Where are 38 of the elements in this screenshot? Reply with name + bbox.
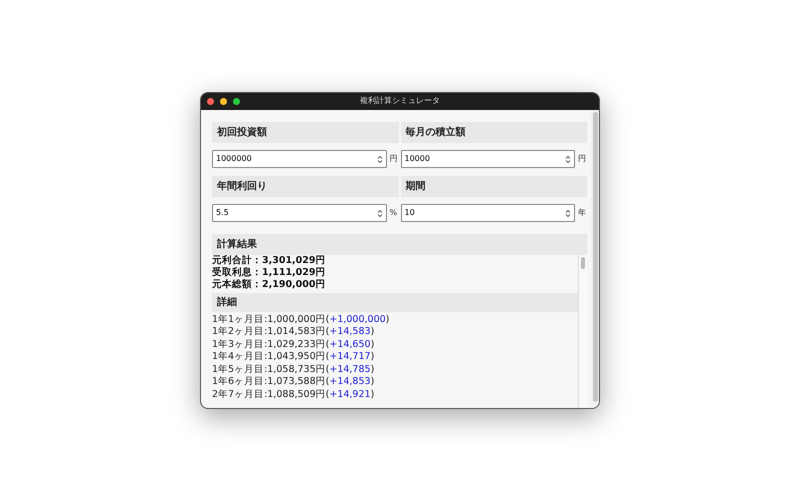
- unit-label: 円: [578, 153, 587, 165]
- field-label: 年間利回り: [212, 176, 398, 196]
- detail-line: 2年7ヶ月目:1,088,509円(+14,921): [212, 388, 376, 401]
- stepper-icon[interactable]: [565, 154, 571, 164]
- field-value: 5.5: [216, 207, 230, 219]
- field-value: 10000: [404, 153, 431, 165]
- detail-line: 1年4ヶ月目:1,043,950円(+14,717): [212, 351, 376, 364]
- minimize-icon[interactable]: [220, 98, 227, 104]
- number-field[interactable]: 5.5: [212, 204, 386, 222]
- detail-line: 1年6ヶ月目:1,073,588円(+14,853): [212, 376, 376, 388]
- window-title: 複利計算シミュレータ: [360, 95, 440, 107]
- zoom-icon[interactable]: [233, 98, 240, 104]
- number-field[interactable]: 1000000: [212, 150, 386, 168]
- summary-line: 受取利息：1,111,029円: [212, 266, 326, 278]
- unit-label: 円: [390, 153, 398, 165]
- number-field[interactable]: 10: [400, 204, 575, 222]
- field-value: 10: [404, 207, 416, 219]
- unit-label: 年: [578, 207, 587, 219]
- detail-line: 1年2ヶ月目:1,014,583円(+14,583): [212, 326, 376, 338]
- unit-label: %: [390, 207, 398, 219]
- field-label: 初回投資額: [212, 122, 398, 142]
- field-label: 期間: [400, 176, 587, 196]
- detail-line: 1年1ヶ月目:1,000,000円(+1,000,000): [212, 314, 390, 326]
- scrollbar-thumb[interactable]: [592, 112, 598, 402]
- summary-line: 元利合計：3,301,029円: [212, 254, 326, 266]
- section-heading: 計算結果: [212, 234, 587, 254]
- stepper-icon[interactable]: [376, 154, 382, 164]
- detail-line: 1年3ヶ月目:1,029,233円(+14,650): [212, 338, 376, 351]
- close-icon[interactable]: [207, 98, 214, 104]
- scrollbar-thumb[interactable]: [581, 256, 585, 268]
- summary-line: 元本総額：2,190,000円: [212, 278, 326, 290]
- section-heading: 詳細: [212, 292, 578, 312]
- detail-line: 1年5ヶ月目:1,058,735円(+14,785): [212, 364, 376, 376]
- stepper-icon[interactable]: [376, 208, 382, 218]
- field-label: 毎月の積立額: [400, 122, 587, 142]
- stepper-icon[interactable]: [565, 208, 571, 218]
- number-field[interactable]: 10000: [400, 150, 575, 168]
- field-value: 1000000: [216, 153, 253, 165]
